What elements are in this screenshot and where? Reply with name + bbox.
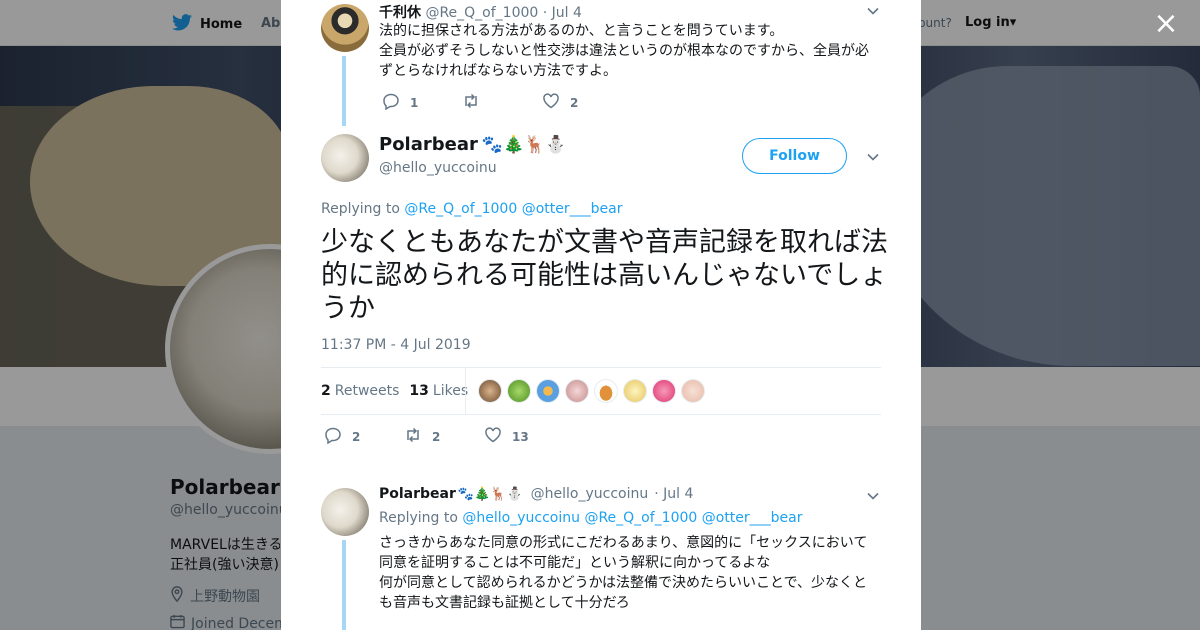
mention-link[interactable]: @Re_Q_of_1000 bbox=[584, 510, 697, 526]
like-button[interactable]: 13 bbox=[484, 426, 564, 447]
tweet-text-line: 法的に担保される方法があるのか、と言うことを問うています。 bbox=[379, 23, 784, 39]
reply-button[interactable]: 2 bbox=[324, 426, 404, 447]
heart-icon bbox=[542, 92, 560, 113]
retweet-icon bbox=[404, 426, 422, 447]
liker-avatars bbox=[478, 379, 705, 403]
author-name-emoji: 🐾🎄🦌⛄ bbox=[457, 486, 523, 502]
liker-avatar[interactable] bbox=[623, 379, 647, 403]
mention-link[interactable]: @otter___bear bbox=[702, 510, 803, 526]
tweet-stats: 2 Retweets 13 Likes bbox=[321, 368, 478, 414]
author-name-text: Polarbear bbox=[379, 134, 478, 155]
author-name[interactable]: Polarbear 🐾🎄🦌⛄ bbox=[379, 134, 567, 155]
liker-avatar[interactable] bbox=[536, 379, 560, 403]
retweets-stat-label: Retweets bbox=[334, 383, 400, 399]
author-name[interactable]: Polarbear bbox=[379, 486, 456, 502]
tweet-date[interactable]: · Jul 4 bbox=[654, 486, 693, 502]
tweet-text: 法的に担保される方法があるのか、と言うことを問うています。 全員が必ずそうしない… bbox=[379, 21, 879, 81]
likes-stat-count: 13 bbox=[409, 383, 429, 399]
likes-stat[interactable]: 13 Likes bbox=[409, 383, 468, 399]
replying-to-prefix: Replying to bbox=[321, 201, 400, 217]
chevron-down-icon[interactable] bbox=[866, 4, 880, 18]
liker-avatar[interactable] bbox=[594, 379, 618, 403]
chevron-down-icon[interactable] bbox=[866, 150, 880, 164]
liker-avatar[interactable] bbox=[507, 379, 531, 403]
close-modal-button[interactable]: × bbox=[1152, 9, 1180, 39]
tweet-actions: 1 2 bbox=[382, 92, 622, 113]
tweet-text: 少なくともあなたが文書や音声記録を取れば法的に認められる可能性は高いんじゃないで… bbox=[321, 227, 888, 324]
likes-stat-label: Likes bbox=[432, 383, 469, 399]
mention-link[interactable]: @otter___bear bbox=[522, 201, 623, 217]
tweet-timestamp[interactable]: 11:37 PM - 4 Jul 2019 bbox=[321, 337, 471, 353]
replying-to: Replying to @hello_yuccoinu @Re_Q_of_100… bbox=[379, 510, 803, 526]
retweet-button[interactable] bbox=[462, 92, 542, 113]
replying-to: Replying to @Re_Q_of_1000 @otter___bear bbox=[321, 201, 622, 217]
mention-link[interactable]: @Re_Q_of_1000 bbox=[404, 201, 517, 217]
author-avatar[interactable] bbox=[321, 488, 369, 536]
divider bbox=[465, 368, 466, 414]
author-name-emoji: 🐾🎄🦌⛄ bbox=[481, 134, 567, 155]
author-handle[interactable]: @hello_yuccoinu bbox=[531, 486, 649, 502]
tweet-header: Polarbear 🐾🎄🦌⛄ @hello_yuccoinu · Jul 4 bbox=[379, 486, 693, 502]
tweet-header: 千利休 @Re_Q_of_1000 · Jul 4 bbox=[379, 2, 582, 22]
tweet-text-line: さっきからあなた同意の形式にこだわるあまり、意図的に「セックスにおいて bbox=[379, 535, 868, 551]
reply-icon bbox=[382, 92, 400, 113]
tweet-text-line: も音声も文書記録も証拠として十分だろ bbox=[379, 595, 630, 611]
author-handle[interactable]: @hello_yuccoinu bbox=[379, 160, 497, 176]
tweet-text-line: ずとらなければならない方法ですよ。 bbox=[379, 63, 617, 79]
reply-count: 2 bbox=[352, 429, 361, 444]
divider bbox=[321, 414, 881, 415]
reply-button[interactable]: 1 bbox=[382, 92, 462, 113]
tweet-permalink-modal: 千利休 @Re_Q_of_1000 · Jul 4 法的に担保される方法があるの… bbox=[281, 0, 921, 630]
like-count: 13 bbox=[512, 429, 529, 444]
like-count: 2 bbox=[570, 95, 579, 110]
author-name[interactable]: 千利休 bbox=[379, 5, 421, 21]
liker-avatar[interactable] bbox=[478, 379, 502, 403]
author-handle[interactable]: @Re_Q_of_1000 bbox=[425, 5, 538, 21]
tweet-actions: 2 2 13 bbox=[324, 426, 564, 447]
reply-icon bbox=[324, 426, 342, 447]
chevron-down-icon[interactable] bbox=[866, 489, 880, 503]
author-avatar[interactable] bbox=[321, 4, 369, 52]
heart-icon bbox=[484, 426, 502, 447]
retweet-icon bbox=[462, 92, 480, 113]
retweets-stat[interactable]: 2 Retweets bbox=[321, 383, 399, 399]
retweet-button[interactable]: 2 bbox=[404, 426, 484, 447]
follow-button[interactable]: Follow bbox=[742, 138, 847, 174]
liker-avatar[interactable] bbox=[565, 379, 589, 403]
tweet-text: さっきからあなた同意の形式にこだわるあまり、意図的に「セックスにおいて 同意を証… bbox=[379, 533, 879, 613]
thread-connector-line bbox=[342, 56, 346, 126]
author-avatar[interactable] bbox=[321, 134, 369, 182]
retweet-count: 2 bbox=[432, 429, 441, 444]
liker-avatar[interactable] bbox=[681, 379, 705, 403]
mention-link[interactable]: @hello_yuccoinu bbox=[462, 510, 580, 526]
tweet-text-line: 同意を証明することは不可能だ」という解釈に向かってるよな bbox=[379, 555, 771, 571]
retweets-stat-count: 2 bbox=[321, 383, 331, 399]
tweet-text-line: 全員が必ずそうしないと性交渉は違法というのが根本なのですから、全員が必 bbox=[379, 43, 869, 59]
replying-to-prefix: Replying to bbox=[379, 510, 458, 526]
tweet-date[interactable]: · Jul 4 bbox=[543, 5, 582, 21]
tweet-text-line: 何が同意として認められるかどうかは法整備で決めたらいいことで、少なくと bbox=[379, 575, 868, 591]
like-button[interactable]: 2 bbox=[542, 92, 622, 113]
thread-connector-line bbox=[342, 540, 346, 630]
reply-count: 1 bbox=[410, 95, 419, 110]
liker-avatar[interactable] bbox=[652, 379, 676, 403]
